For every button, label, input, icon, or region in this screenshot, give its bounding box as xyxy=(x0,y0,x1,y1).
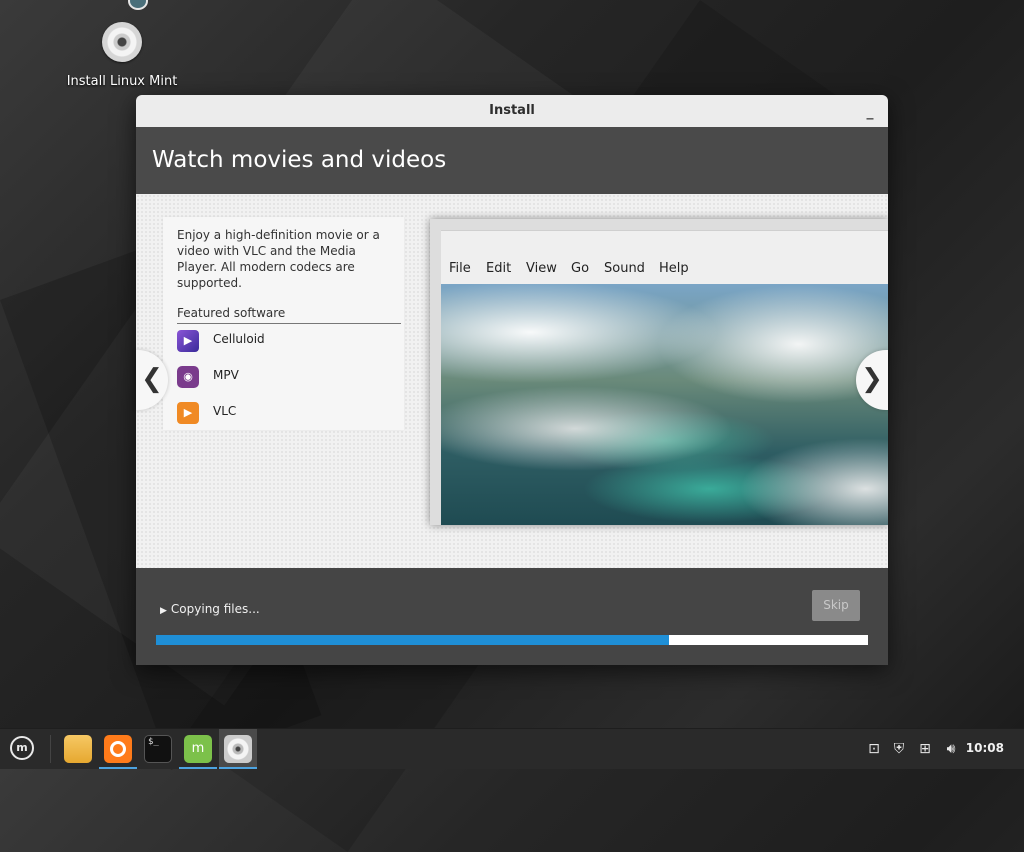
clock[interactable]: 10:08 xyxy=(966,741,1004,755)
chevron-left-icon: ❮ xyxy=(141,364,163,394)
cd-disc-icon xyxy=(224,735,252,763)
install-progress-area: ▶ Copying files... Skip xyxy=(136,568,888,665)
chevron-right-icon: ❯ xyxy=(861,364,883,394)
slideshow: Enjoy a high-definition movie or a video… xyxy=(136,194,888,568)
launcher-software-manager[interactable]: m xyxy=(179,729,217,769)
network-icon[interactable]: ⊞ xyxy=(916,740,934,758)
slide-header: Watch movies and videos xyxy=(136,127,888,194)
featured-app-mpv: ◉ MPV xyxy=(177,360,404,396)
desktop-icon-install-linux-mint[interactable]: Install Linux Mint xyxy=(60,22,184,89)
launcher-installer[interactable] xyxy=(219,729,257,769)
start-menu-button[interactable]: m xyxy=(4,729,40,769)
mpv-icon: ◉ xyxy=(177,366,199,388)
slide-title: Watch movies and videos xyxy=(152,147,447,173)
shield-icon[interactable]: ⛨ xyxy=(890,740,908,758)
mint-logo-icon: m xyxy=(10,736,34,760)
cd-disc-icon xyxy=(102,22,142,62)
progress-fill xyxy=(156,635,669,645)
volume-icon[interactable]: 🔊︎ xyxy=(942,740,960,758)
video-frame-aerial-clouds xyxy=(441,284,888,525)
update-manager-icon[interactable]: ⊡ xyxy=(865,740,883,758)
player-menu-go: Go xyxy=(571,261,590,276)
status-text: Copying files... xyxy=(170,602,260,616)
window-title: Install xyxy=(489,103,535,118)
status-row[interactable]: ▶ Copying files... xyxy=(160,602,260,616)
desktop-icon-label: Install Linux Mint xyxy=(66,74,178,89)
mintinstall-icon: m xyxy=(184,735,212,763)
featured-app-celluloid: ▶ Celluloid xyxy=(177,324,404,360)
player-menu-view: View xyxy=(526,261,557,276)
app-label: VLC xyxy=(213,404,237,418)
launcher-terminal[interactable]: $_ xyxy=(139,729,177,769)
running-indicator xyxy=(99,767,137,769)
app-label: MPV xyxy=(213,368,239,382)
featured-app-vlc: ▶ VLC xyxy=(177,396,404,432)
running-indicator xyxy=(219,767,257,769)
featured-software-heading: Featured software xyxy=(177,306,401,324)
celluloid-icon: ▶ xyxy=(177,330,199,352)
vlc-icon: ▶ xyxy=(177,402,199,424)
slide-description: Enjoy a high-definition movie or a video… xyxy=(177,228,380,290)
taskbar: m $_ m ⊡ ⛨ ⊞ 🔊︎ 10:08 xyxy=(0,728,1024,769)
player-menu-edit: Edit xyxy=(486,261,512,276)
launcher-files[interactable] xyxy=(59,729,97,769)
firefox-icon xyxy=(104,735,132,763)
player-menu-sound: Sound xyxy=(604,261,645,276)
app-label: Celluloid xyxy=(213,332,265,346)
expander-arrow-icon[interactable]: ▶ xyxy=(160,606,167,616)
slide-info-panel: Enjoy a high-definition movie or a video… xyxy=(163,217,404,430)
window-titlebar[interactable]: Install _ xyxy=(136,95,888,127)
folder-icon xyxy=(64,735,92,763)
launcher-firefox[interactable] xyxy=(99,729,137,769)
progress-bar xyxy=(156,635,868,645)
installer-window: Install _ Watch movies and videos Enjoy … xyxy=(136,95,888,665)
running-indicator xyxy=(179,767,217,769)
minimize-button[interactable]: _ xyxy=(862,95,878,127)
skip-button[interactable]: Skip xyxy=(812,590,860,621)
media-player-screenshot: File Edit View Go Sound Help xyxy=(430,219,888,525)
partial-desktop-icon[interactable] xyxy=(128,0,148,10)
player-menu-help: Help xyxy=(659,261,689,276)
player-menubar: File Edit View Go Sound Help xyxy=(441,230,888,285)
terminal-icon: $_ xyxy=(144,735,172,763)
player-menu-file: File xyxy=(449,261,471,276)
taskbar-separator xyxy=(50,735,51,763)
